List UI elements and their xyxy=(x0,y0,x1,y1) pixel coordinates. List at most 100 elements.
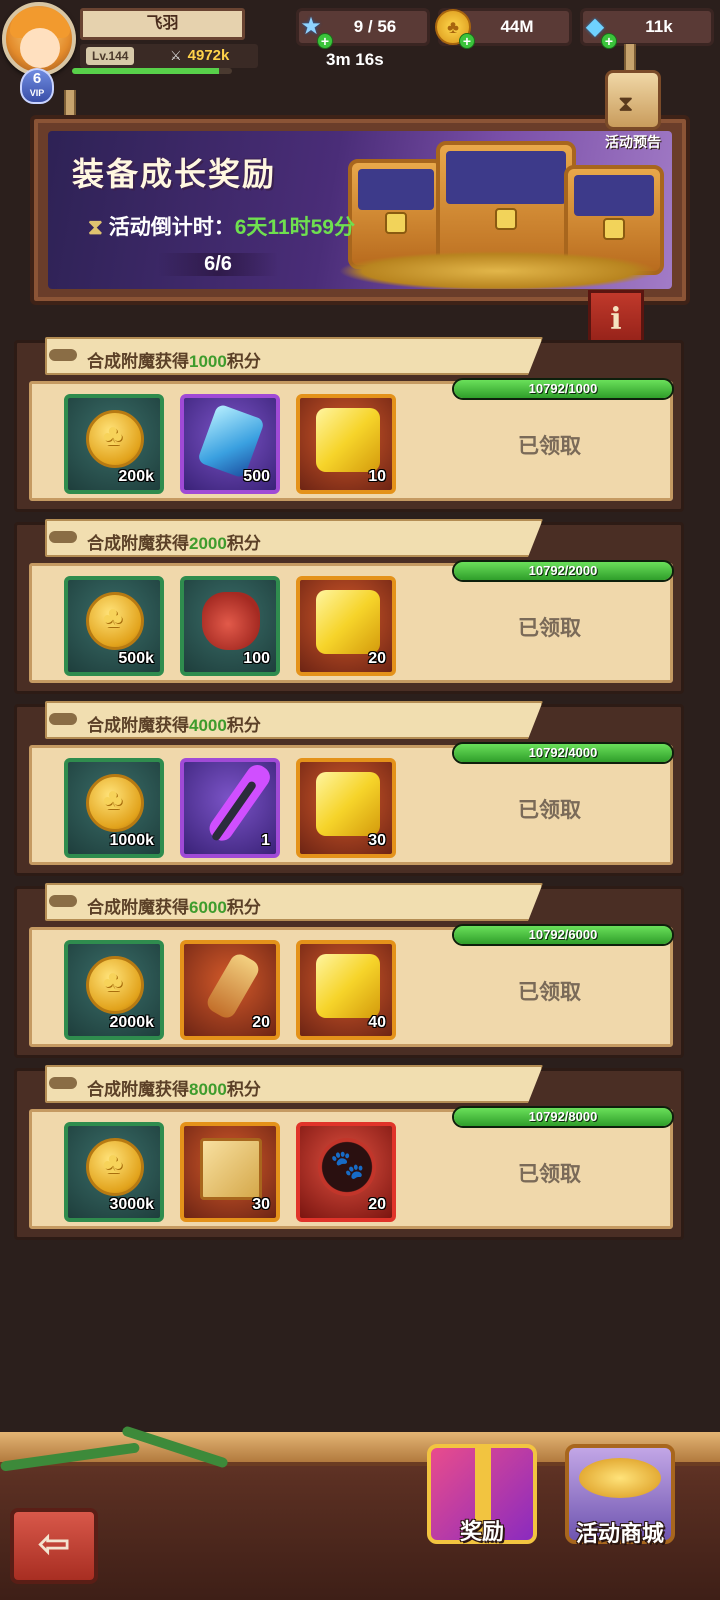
gold-coin-icon xyxy=(86,956,144,1014)
progress-bar: 10792/8000 xyxy=(452,1106,674,1128)
reward-title-prefix: 合成附魔获得 xyxy=(87,1080,189,1099)
reward-item[interactable]: 2000k xyxy=(64,940,164,1040)
banner-art: 装备成长奖励 ⧗ 活动倒计时：6天11时59分 6/6 xyxy=(48,131,672,289)
reward-points: 4000 xyxy=(189,716,227,735)
item-quantity: 40 xyxy=(368,1014,386,1031)
add-gold-icon[interactable]: + xyxy=(459,33,475,49)
reward-title-suffix: 积分 xyxy=(226,898,261,917)
reward-item[interactable]: 100 xyxy=(180,576,280,676)
progress-bar: 10792/4000 xyxy=(452,742,674,764)
reward-item[interactable]: 10 xyxy=(296,394,396,494)
player-panel[interactable]: 6 VIP 飞羽 Lv.144 ⚔ 4972k xyxy=(0,0,270,110)
player-name: 飞羽 xyxy=(80,8,245,40)
item-quantity: 1 xyxy=(261,832,270,849)
gold-value: 44M xyxy=(500,17,534,36)
reward-item[interactable]: 200k xyxy=(64,394,164,494)
reward-points: 8000 xyxy=(189,1080,227,1099)
reward-body: 200k 500 10 10792/1000 已领取 xyxy=(29,378,674,501)
reward-title-suffix: 积分 xyxy=(226,534,261,553)
reward-item[interactable]: 20 xyxy=(180,940,280,1040)
reward-title: 合成附魔获得2000积分 xyxy=(87,529,261,554)
reward-points: 2000 xyxy=(189,534,227,553)
rope-hook-icon xyxy=(49,349,77,361)
lightning-staff-icon xyxy=(210,780,258,842)
power-value: 4972k xyxy=(187,47,230,64)
reward-card: 合成附魔获得4000积分 1000k 1 30 10792/4000 已领取 xyxy=(14,701,684,876)
rope-hook-icon xyxy=(49,713,77,725)
reward-title-suffix: 积分 xyxy=(226,352,261,371)
event-preview-button[interactable]: ⧗ 活动预告 xyxy=(594,70,672,162)
claimed-status: 已领取 xyxy=(518,617,581,640)
nav-event-shop-button[interactable]: 活动商城 xyxy=(560,1444,680,1548)
reward-item[interactable]: 3000k xyxy=(64,1122,164,1222)
item-quantity: 30 xyxy=(252,1196,270,1213)
reward-body: 1000k 1 30 10792/4000 已领取 xyxy=(29,742,674,865)
progress-text: 10792/8000 xyxy=(528,1109,598,1124)
gold-cube-icon xyxy=(316,954,380,1018)
event-banner: 装备成长奖励 ⧗ 活动倒计时：6天11时59分 6/6 xyxy=(30,115,690,305)
reward-points: 1000 xyxy=(189,352,227,371)
item-quantity: 3000k xyxy=(109,1196,155,1213)
reward-item[interactable]: 1000k xyxy=(64,758,164,858)
reward-item[interactable]: 500k xyxy=(64,576,164,676)
add-gems-icon[interactable]: + xyxy=(601,33,617,49)
event-countdown: ⧗ 活动倒计时：6天11时59分 xyxy=(88,211,355,241)
reward-header: 合成附魔获得8000积分 xyxy=(45,1065,543,1103)
stamina-timer: 3m 16s xyxy=(326,50,384,69)
rope-hook-icon xyxy=(49,531,77,543)
reward-title-prefix: 合成附魔获得 xyxy=(87,898,189,917)
hourglass-icon: ⧗ xyxy=(88,216,103,239)
preview-scroll-icon: ⧗ xyxy=(605,70,661,130)
gold-coin-icon xyxy=(86,774,144,832)
arrow-left-icon: ⇦ xyxy=(37,1522,71,1566)
reward-item[interactable]: 30 xyxy=(296,758,396,858)
reward-card: 合成附魔获得1000积分 200k 500 10 10792/1000 已领取 xyxy=(14,337,684,512)
reward-title-suffix: 积分 xyxy=(226,1080,261,1099)
reward-item[interactable]: 30 xyxy=(180,1122,280,1222)
countdown-label: 活动倒计时： xyxy=(108,216,235,239)
countdown-value: 6天11时59分 xyxy=(234,216,355,239)
reward-card: 合成附魔获得2000积分 500k 100 20 10792/2000 已领取 xyxy=(14,519,684,694)
crossed-swords-icon: ⚔ xyxy=(170,48,182,63)
nav-rewards-label: 奖励 xyxy=(459,1519,504,1544)
gold-cube-icon xyxy=(316,590,380,654)
add-stars-icon[interactable]: + xyxy=(317,33,333,49)
gold-coin-icon xyxy=(86,410,144,468)
stars-resource[interactable]: ★ + 9 / 56 xyxy=(296,8,430,49)
reward-card: 合成附魔获得6000积分 2000k 20 40 10792/6000 已领取 xyxy=(14,883,684,1058)
reward-item[interactable]: 500 xyxy=(180,394,280,494)
reward-body: 500k 100 20 10792/2000 已领取 xyxy=(29,560,674,683)
power-display: ⚔ 4972k xyxy=(170,46,229,66)
banner-title: 装备成长奖励 xyxy=(72,156,277,192)
item-quantity: 100 xyxy=(243,650,270,667)
reward-header: 合成附魔获得1000积分 xyxy=(45,337,543,375)
player-level: Lv.144 xyxy=(86,47,135,65)
progress-text: 10792/6000 xyxy=(528,927,598,942)
progress-text: 10792/4000 xyxy=(528,745,598,760)
claimed-status: 已领取 xyxy=(518,1163,581,1186)
gems-resource[interactable]: ◆ + 11k xyxy=(580,8,714,49)
gold-resource[interactable]: ♣ + 44M xyxy=(435,8,572,49)
avatar[interactable] xyxy=(2,2,76,76)
avatar-face xyxy=(20,28,60,68)
spell-book-icon xyxy=(200,1138,262,1200)
reward-item[interactable]: 20 xyxy=(296,576,396,676)
vip-label: VIP xyxy=(29,88,45,98)
reward-item[interactable]: 20 xyxy=(296,1122,396,1222)
reward-item[interactable]: 1 xyxy=(180,758,280,858)
back-button[interactable]: ⇦ xyxy=(10,1508,98,1584)
item-quantity: 500k xyxy=(118,650,154,667)
xp-bar xyxy=(72,68,232,74)
reward-title: 合成附魔获得4000积分 xyxy=(87,711,261,736)
reward-header: 合成附魔获得6000积分 xyxy=(45,883,543,921)
item-quantity: 30 xyxy=(368,832,386,849)
gold-cube-icon xyxy=(316,408,380,472)
reward-title: 合成附魔获得8000积分 xyxy=(87,1075,261,1100)
vip-level: 6 xyxy=(32,70,42,87)
gems-value: 11k xyxy=(645,17,673,36)
reward-card: 合成附魔获得8000积分 3000k 30 20 10792/8000 已领取 xyxy=(14,1065,684,1240)
nav-rewards-button[interactable]: 奖励 xyxy=(422,1444,542,1546)
reward-title-suffix: 积分 xyxy=(226,716,261,735)
reward-title: 合成附魔获得1000积分 xyxy=(87,347,261,372)
reward-item[interactable]: 40 xyxy=(296,940,396,1040)
